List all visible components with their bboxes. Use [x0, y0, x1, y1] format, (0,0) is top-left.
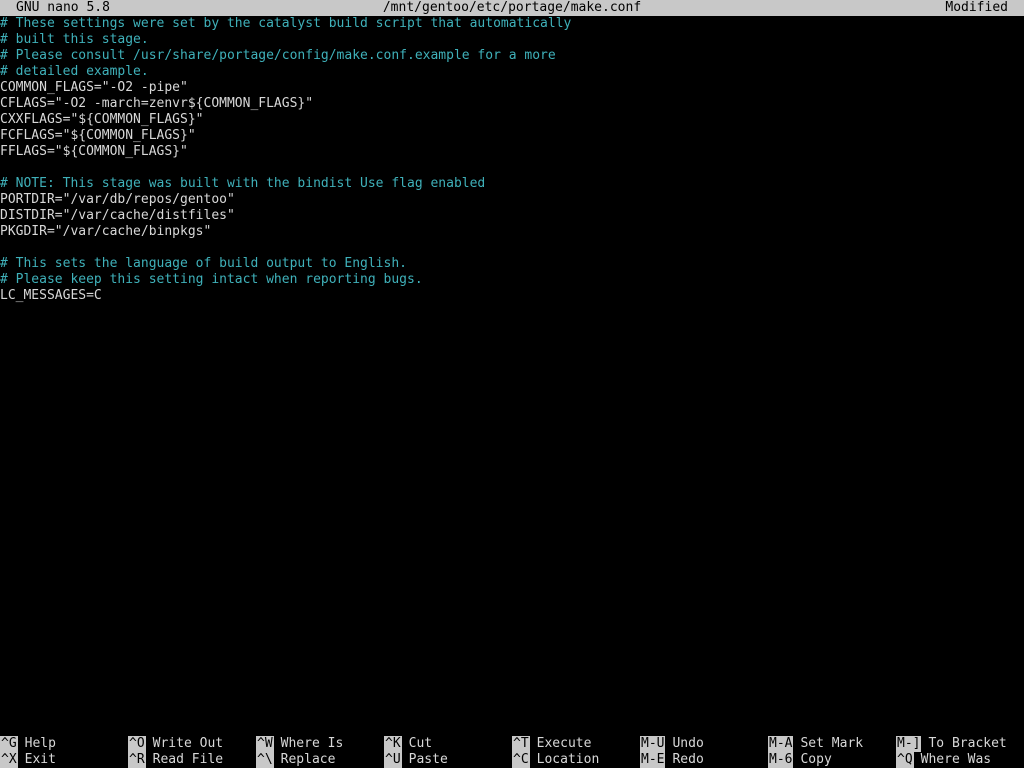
shortcut-label: To Bracket [928, 736, 1007, 751]
shortcut-label: Help [24, 736, 56, 751]
file-name: /mnt/gentoo/etc/portage/make.conf [382, 0, 642, 15]
shortcut-label: Exit [24, 752, 56, 767]
shortcut-label: Set Mark [800, 736, 864, 751]
shortcut-key: ^\ [256, 752, 274, 768]
shortcut-label: Where Was [920, 752, 992, 767]
shortcut-write-out[interactable]: ^O Write Out [128, 736, 223, 752]
shortcut-label: Paste [408, 752, 448, 767]
shortcut-paste[interactable]: ^U Paste [384, 752, 448, 768]
shortcut-help[interactable]: ^G Help [0, 736, 56, 752]
editor-buffer[interactable]: # These settings were set by the catalys… [0, 16, 1024, 736]
shortcut-key: ^T [512, 736, 530, 752]
shortcut-key: ^X [0, 752, 18, 768]
code-line[interactable]: CXXFLAGS="${COMMON_FLAGS}" [0, 112, 1024, 128]
shortcut-set-mark[interactable]: M-A Set Mark [768, 736, 863, 752]
shortcut-key: M-U [640, 736, 666, 752]
shortcut-key: ^W [256, 736, 274, 752]
code-line[interactable]: COMMON_FLAGS="-O2 -pipe" [0, 80, 1024, 96]
code-line[interactable]: FFLAGS="${COMMON_FLAGS}" [0, 144, 1024, 160]
code-line[interactable]: DISTDIR="/var/cache/distfiles" [0, 208, 1024, 224]
code-line[interactable]: PORTDIR="/var/db/repos/gentoo" [0, 192, 1024, 208]
shortcut-undo[interactable]: M-U Undo [640, 736, 704, 752]
shortcut-cut[interactable]: ^K Cut [384, 736, 432, 752]
shortcut-bar: ^G Help ^O Write Out ^W Where Is ^K Cut ^T Execut… [0, 736, 1024, 768]
shortcut-key: M-E [640, 752, 666, 768]
comment-line[interactable]: # NOTE: This stage was built with the bi… [0, 176, 1024, 192]
shortcut-label: Where Is [280, 736, 344, 751]
shortcut-label: Redo [672, 752, 704, 767]
shortcut-key: ^U [384, 752, 402, 768]
shortcut-exit[interactable]: ^X Exit [0, 752, 56, 768]
code-line[interactable]: FCFLAGS="${COMMON_FLAGS}" [0, 128, 1024, 144]
shortcut-key: M-6 [768, 752, 794, 768]
comment-line[interactable]: # detailed example. [0, 64, 1024, 80]
code-line[interactable]: CFLAGS="-O2 -march=zenvr${COMMON_FLAGS}" [0, 96, 1024, 112]
modified-status: Modified [945, 0, 1008, 15]
comment-line[interactable]: # These settings were set by the catalys… [0, 16, 1024, 32]
shortcut-label: Copy [800, 752, 832, 767]
shortcut-label: Cut [408, 736, 433, 751]
app-version: GNU nano 5.8 [16, 0, 110, 15]
shortcut-to-bracket[interactable]: M-] To Bracket [896, 736, 1007, 752]
code-line[interactable]: LC_MESSAGES=C [0, 288, 1024, 304]
shortcut-key: ^C [512, 752, 530, 768]
shortcut-key: M-A [768, 736, 794, 752]
comment-line[interactable]: # This sets the language of build output… [0, 256, 1024, 272]
shortcut-execute[interactable]: ^T Execute [512, 736, 591, 752]
shortcut-label: Read File [152, 752, 224, 767]
shortcut-read-file[interactable]: ^R Read File [128, 752, 223, 768]
shortcut-label: Location [536, 752, 600, 767]
shortcut-where-was[interactable]: ^Q Where Was [896, 752, 991, 768]
comment-line[interactable]: # Please keep this setting intact when r… [0, 272, 1024, 288]
shortcut-label: Replace [280, 752, 336, 767]
comment-line[interactable]: # built this stage. [0, 32, 1024, 48]
code-line[interactable] [0, 240, 1024, 256]
shortcut-key: ^O [128, 736, 146, 752]
shortcut-where-is[interactable]: ^W Where Is [256, 736, 343, 752]
shortcut-location[interactable]: ^C Location [512, 752, 599, 768]
shortcut-key: ^K [384, 736, 402, 752]
shortcut-label: Undo [672, 736, 704, 751]
shortcut-label: Write Out [152, 736, 224, 751]
shortcut-key: ^R [128, 752, 146, 768]
code-line[interactable] [0, 160, 1024, 176]
shortcut-key: M-] [896, 736, 922, 752]
shortcut-label: Execute [536, 736, 592, 751]
code-line[interactable]: PKGDIR="/var/cache/binpkgs" [0, 224, 1024, 240]
shortcut-key: ^G [0, 736, 18, 752]
shortcut-redo[interactable]: M-E Redo [640, 752, 704, 768]
comment-line[interactable]: # Please consult /usr/share/portage/conf… [0, 48, 1024, 64]
shortcut-key: ^Q [896, 752, 914, 768]
shortcut-copy[interactable]: M-6 Copy [768, 752, 832, 768]
title-bar: /mnt/gentoo/etc/portage/make.conf GNU na… [0, 0, 1024, 16]
shortcut-replace[interactable]: ^\ Replace [256, 752, 335, 768]
